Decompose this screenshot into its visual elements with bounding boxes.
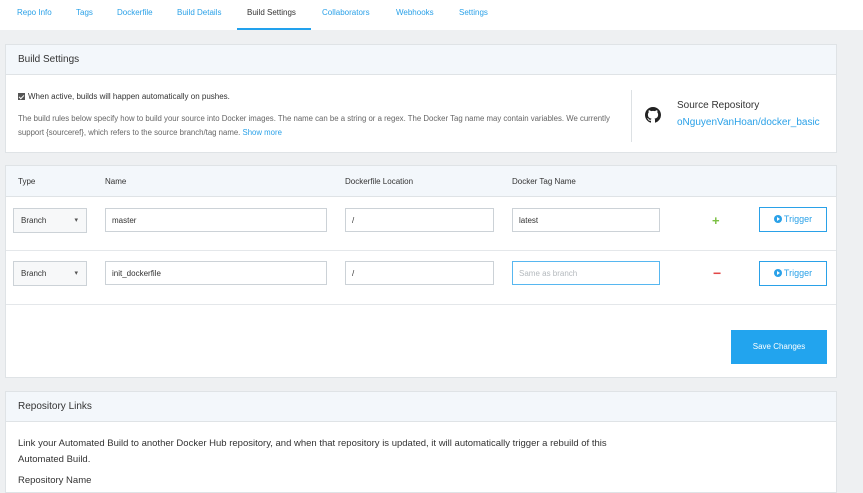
trigger-label: Trigger — [783, 268, 813, 278]
build-settings-panel: Build Settings When active, builds will … — [5, 44, 837, 153]
tab-repo-info[interactable]: Repo Info — [17, 0, 52, 30]
build-rules-header: Type Name Dockerfile Location Docker Tag… — [6, 166, 836, 197]
build-rules-description: The build rules below specify how to bui… — [18, 112, 614, 140]
type-select[interactable]: Branch ▾ — [13, 261, 87, 286]
type-select[interactable]: Branch ▾ — [13, 208, 87, 233]
play-icon — [773, 269, 782, 277]
plus-icon[interactable]: + — [712, 213, 720, 228]
tab-webhooks[interactable]: Webhooks — [396, 0, 434, 30]
repository-name-label: Repository Name — [18, 475, 92, 486]
show-more-link[interactable]: Show more — [243, 128, 282, 137]
github-icon — [645, 107, 661, 123]
type-select-value: Branch — [21, 269, 47, 278]
trigger-label: Trigger — [783, 214, 813, 224]
dockerfile-location-input[interactable] — [345, 208, 494, 232]
minus-icon[interactable]: − — [713, 265, 721, 281]
source-repository-title: Source Repository — [677, 100, 760, 111]
source-repository-link[interactable]: oNguyenVanHoan/docker_basic — [677, 117, 820, 128]
repository-links-description: Link your Automated Build to another Doc… — [18, 438, 607, 465]
trigger-button[interactable]: Trigger — [759, 261, 827, 286]
repository-links-panel: Repository Links Link your Automated Bui… — [5, 391, 837, 493]
col-dockerfile-location: Dockerfile Location — [345, 177, 414, 186]
name-input[interactable] — [105, 208, 327, 232]
dockerfile-location-input[interactable] — [345, 261, 494, 285]
description-text: The build rules below specify how to bui… — [18, 114, 610, 137]
col-type: Type — [18, 177, 36, 186]
divider — [631, 90, 632, 142]
type-select-value: Branch — [21, 216, 47, 225]
auto-build-row: When active, builds will happen automati… — [18, 92, 230, 101]
docker-tag-input[interactable] — [512, 208, 660, 232]
build-rules-panel: Type Name Dockerfile Location Docker Tag… — [5, 165, 837, 378]
auto-build-checkbox[interactable] — [18, 93, 25, 100]
docker-tag-input[interactable] — [512, 261, 660, 285]
chevron-down-icon: ▾ — [74, 217, 78, 224]
trigger-button[interactable]: Trigger — [759, 207, 827, 232]
tab-collaborators[interactable]: Collaborators — [322, 0, 370, 30]
col-docker-tag-name: Docker Tag Name — [512, 177, 576, 186]
build-settings-title: Build Settings — [6, 45, 836, 75]
chevron-down-icon: ▾ — [74, 270, 78, 277]
row-divider — [6, 304, 836, 305]
save-changes-button[interactable]: Save Changes — [731, 330, 827, 364]
name-input[interactable] — [105, 261, 327, 285]
repo-tab-bar: Repo Info Tags Dockerfile Build Details … — [0, 0, 863, 30]
tab-tags[interactable]: Tags — [76, 0, 93, 30]
tab-build-settings[interactable]: Build Settings — [237, 0, 311, 30]
repository-links-title: Repository Links — [6, 392, 836, 422]
tab-settings[interactable]: Settings — [459, 0, 488, 30]
tab-dockerfile[interactable]: Dockerfile — [117, 0, 153, 30]
tab-build-details[interactable]: Build Details — [177, 0, 221, 30]
col-name: Name — [105, 177, 127, 186]
row-divider — [6, 250, 836, 251]
play-icon — [773, 215, 782, 223]
auto-build-label: When active, builds will happen automati… — [28, 92, 230, 101]
